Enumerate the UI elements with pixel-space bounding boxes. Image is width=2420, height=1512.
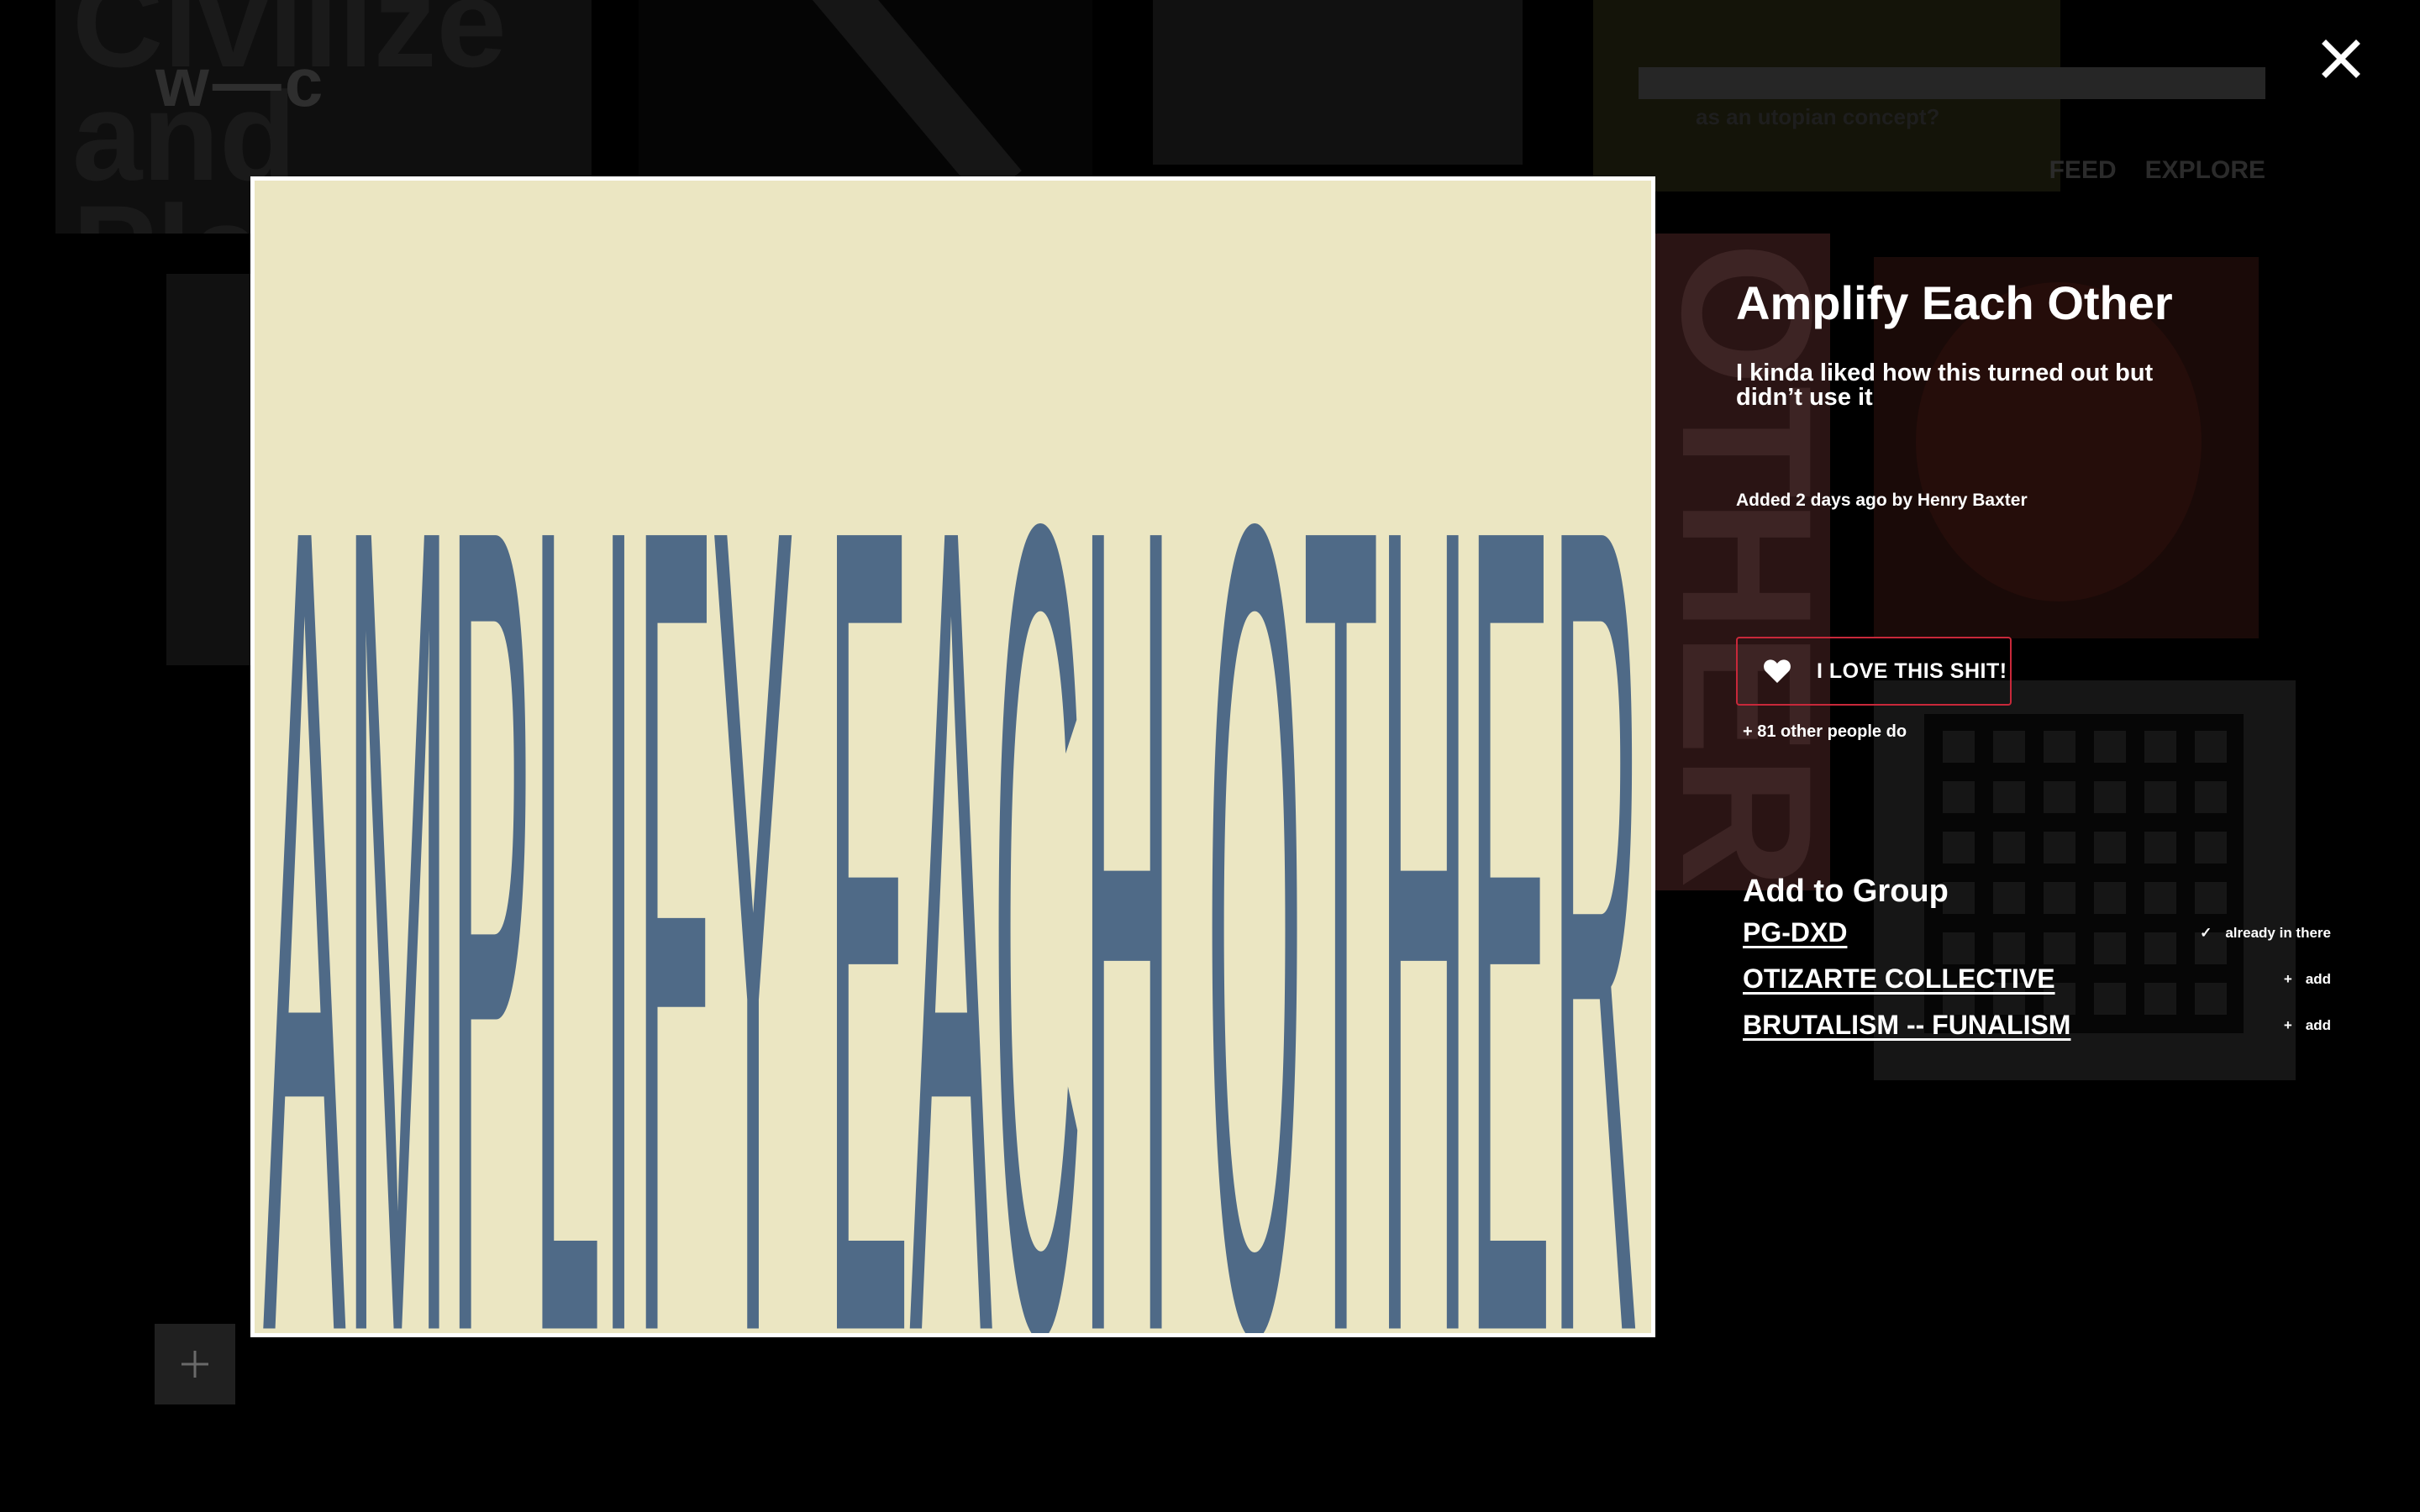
love-count: + 81 other people do [1743, 722, 1907, 741]
add-to-group-section: Add to Group PG-DXD ✓ already in there O… [1743, 874, 2331, 1048]
bg-nav: FEED EXPLORE [2049, 156, 2265, 185]
group-action-label: already in there [2225, 924, 2331, 941]
bg-poster-letters [166, 274, 254, 665]
group-link-pg-dxd[interactable]: PG-DXD [1743, 917, 1847, 948]
bg-add-button [155, 1324, 235, 1404]
group-action-label: add [2305, 1016, 2331, 1033]
group-status-already-in: ✓ already in there [2200, 925, 2331, 942]
close-icon [2322, 39, 2360, 78]
check-icon: ✓ [2200, 924, 2212, 941]
post-meta: Added 2 days ago by Henry Baxter [1736, 490, 2028, 510]
bg-site-logo: w—c [155, 45, 327, 121]
post-title: Amplify Each Other [1736, 276, 2173, 329]
love-button-label: I LOVE THIS SHIT! [1817, 659, 2007, 683]
plus-icon: + [2283, 970, 2292, 987]
artwork-text: AMPLIFY EACH OTHER [263, 286, 1641, 1333]
bg-search-bar [1639, 67, 2265, 99]
heart-icon [1764, 659, 1791, 683]
plus-icon [182, 1351, 208, 1378]
group-row: BRUTALISM -- FUNALISM + add [1743, 1002, 2331, 1048]
plus-icon: + [2283, 1016, 2292, 1033]
artwork-canvas: AMPLIFY EACH OTHER [255, 181, 1651, 1333]
detail-panel: Amplify Each Other I kinda liked how thi… [1736, 277, 2358, 511]
group-add-button[interactable]: + add [2284, 971, 2331, 988]
add-to-group-heading: Add to Group [1743, 874, 1949, 909]
bg-nav-feed: FEED [2049, 156, 2117, 184]
group-add-button[interactable]: + add [2284, 1017, 2331, 1034]
group-link-otizarte-collective[interactable]: OTIZARTE COLLECTIVE [1743, 963, 2055, 995]
bg-poster-diagonal [639, 0, 1092, 176]
group-row: PG-DXD ✓ already in there [1743, 910, 2331, 956]
bg-poster-figure [1153, 0, 1523, 165]
group-link-brutalism-funalism[interactable]: BRUTALISM -- FUNALISM [1743, 1010, 2070, 1041]
artwork-image: AMPLIFY EACH OTHER [250, 176, 1655, 1337]
love-button[interactable]: I LOVE THIS SHIT! [1736, 637, 2012, 706]
bg-nav-explore: EXPLORE [2144, 156, 2265, 184]
artwork-svg: AMPLIFY EACH OTHER [263, 286, 1641, 1333]
bg-ticker-text: as an utopian concept? [1696, 104, 1940, 129]
post-description: I kinda liked how this turned out but di… [1736, 359, 2154, 411]
group-row: OTIZARTE COLLECTIVE + add [1743, 956, 2331, 1002]
close-button[interactable] [2317, 35, 2365, 82]
group-action-label: add [2305, 970, 2331, 987]
